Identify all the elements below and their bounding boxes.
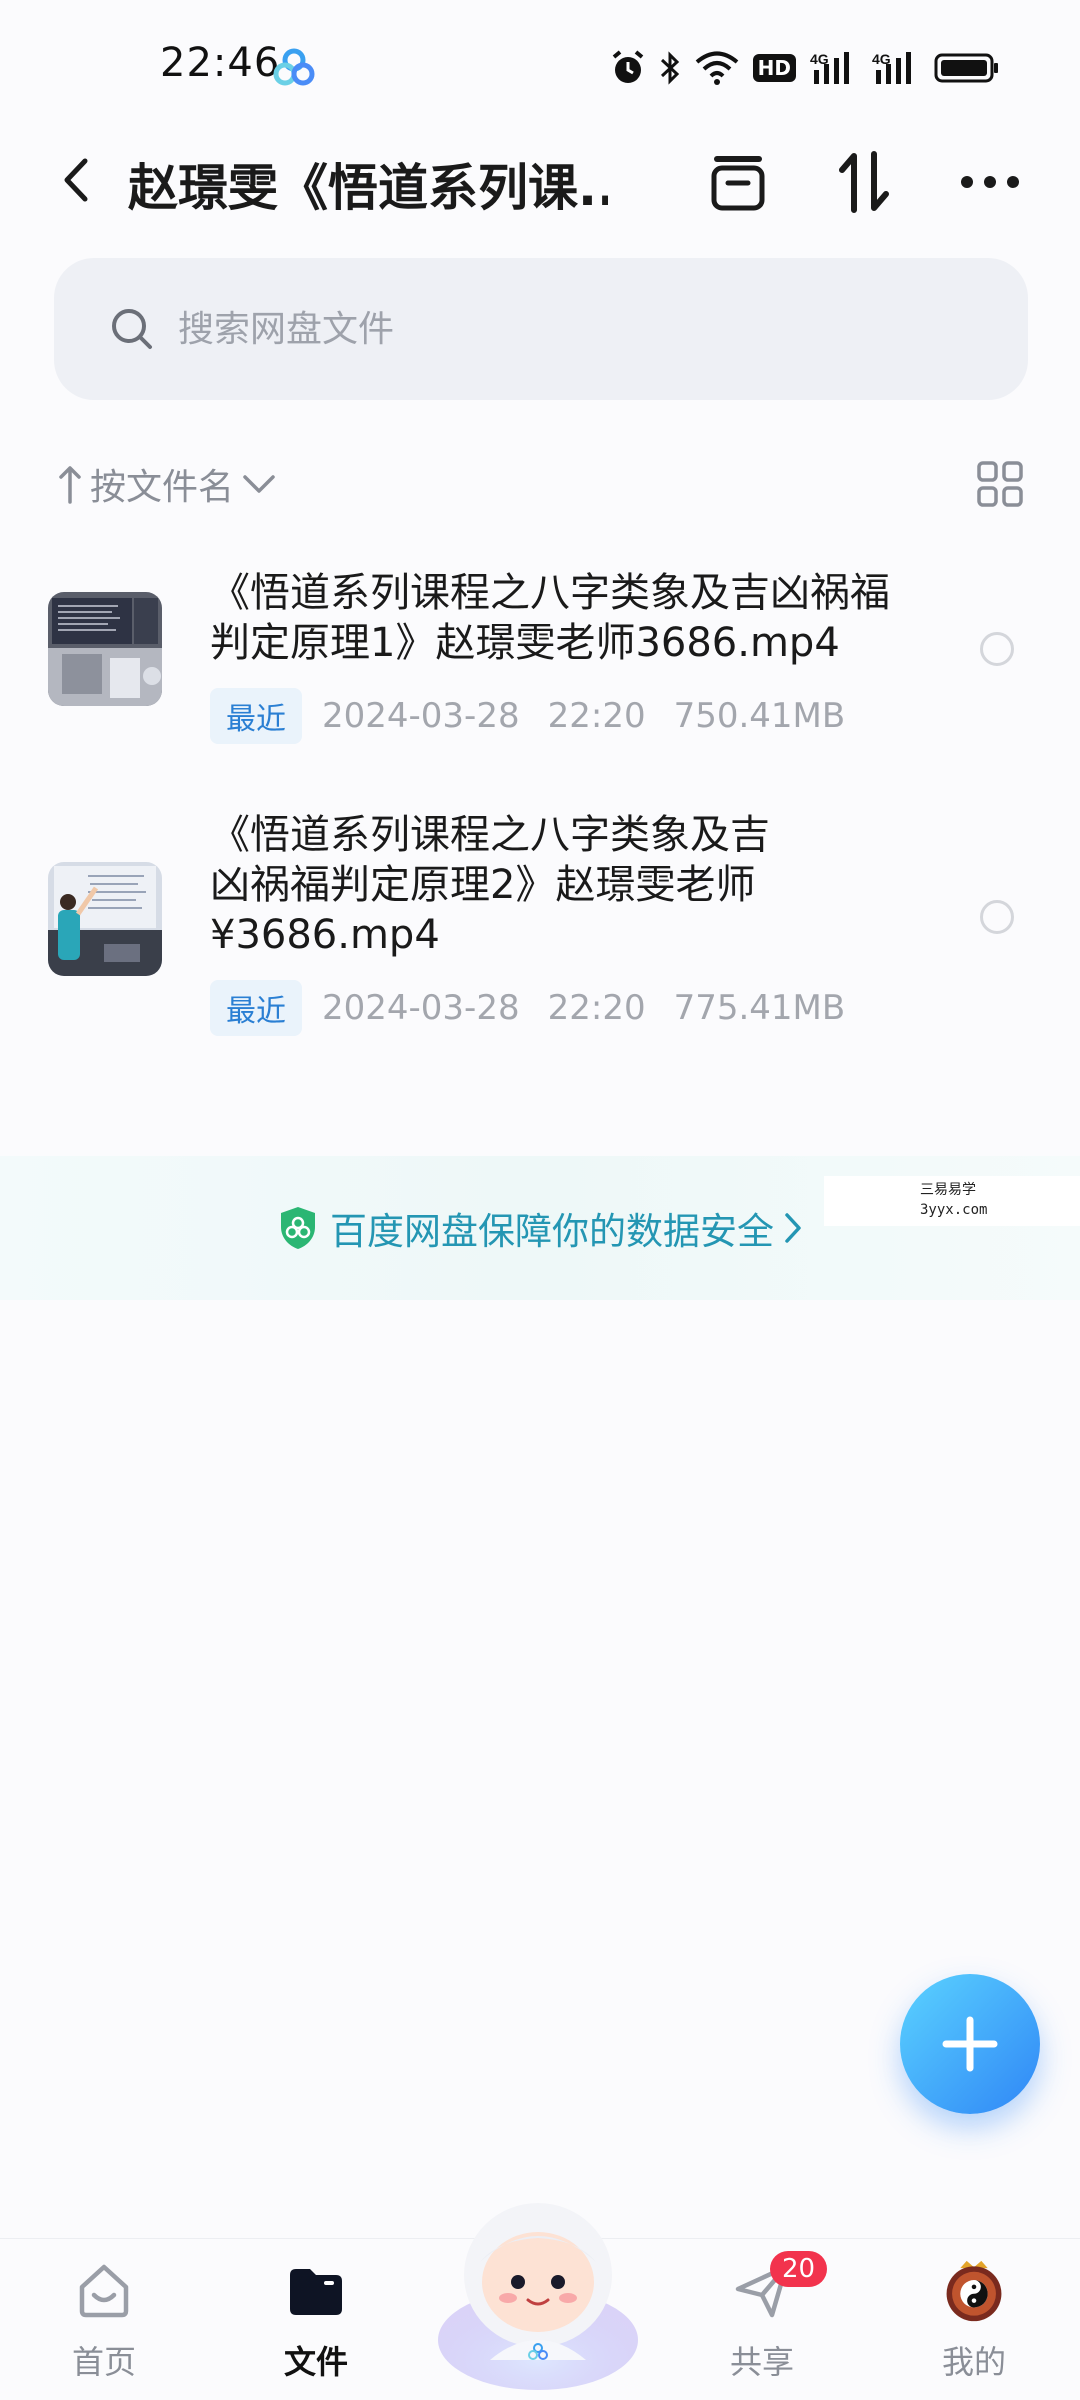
file-size: 750.41MB [673, 696, 846, 736]
file-date: 2024-03-28 [322, 696, 520, 736]
select-radio[interactable] [980, 632, 1014, 666]
security-text: 百度网盘保障你的数据安全 [330, 1210, 774, 1253]
archive-button[interactable] [706, 150, 770, 214]
file-name: 《悟道系列课程之八字类象及吉凶祸福判定原理1》赵璟雯老师3686.mp4 [210, 570, 890, 666]
search-bar[interactable] [54, 258, 1028, 400]
list-item[interactable]: 《悟道系列课程之八字类象及吉凶祸福判定原理2》赵璟雯老师¥3686.mp4 最近… [0, 808, 1080, 1048]
folder-icon [284, 2259, 348, 2323]
nav-label-profile: 我的 [941, 2343, 1006, 2381]
video-thumbnail [48, 862, 162, 976]
grid-view-button[interactable] [972, 456, 1028, 512]
plus-icon [942, 2016, 998, 2072]
wifi-icon [695, 51, 738, 85]
recent-badge: 最近 [210, 980, 302, 1036]
alarm-icon [612, 50, 643, 83]
baidu-netdisk-icon [273, 48, 315, 86]
signal-icon-1: 4G [810, 51, 849, 84]
more-button[interactable] [958, 150, 1022, 214]
home-icon [72, 2259, 136, 2323]
file-time: 22:20 [547, 696, 646, 736]
sort-label: 按文件名 [90, 467, 235, 508]
page-title: 赵璟雯《悟道系列课... [128, 159, 608, 217]
search-input[interactable] [178, 308, 878, 350]
status-time: 22:46 [160, 40, 281, 86]
status-icons: HD 4G 4G [611, 46, 1000, 90]
search-icon [112, 309, 152, 349]
bluetooth-icon [660, 51, 679, 85]
header: 赵璟雯《悟道系列课... [0, 130, 1080, 230]
signal-icon-2: 4G [872, 51, 911, 84]
sort-selector[interactable]: 按文件名 [58, 456, 276, 512]
file-date: 2024-03-28 [322, 988, 520, 1028]
file-name: 《悟道系列课程之八字类象及吉凶祸福判定原理2》赵璟雯老师¥3686.mp4 [210, 812, 770, 958]
nav-item-profile[interactable]: 我的 [894, 2239, 1054, 2400]
chevron-right-icon [785, 1213, 801, 1243]
watermark-line1: 三易易学 [920, 1182, 976, 1198]
sort-arrows-icon [839, 151, 889, 213]
select-radio[interactable] [980, 900, 1014, 934]
video-thumbnail [48, 592, 162, 706]
nav-item-share[interactable]: 20 共享 [682, 2239, 842, 2400]
more-dots-icon [961, 176, 1019, 188]
battery-icon [934, 53, 998, 83]
nav-item-home[interactable]: 首页 [24, 2239, 184, 2400]
file-meta: 最近 2024-03-28 22:20 775.41MB [210, 980, 845, 1036]
watermark-line2: 3yyx.com [920, 1202, 988, 1218]
nav-label-share: 共享 [729, 2343, 794, 2381]
chevron-down-icon [243, 475, 275, 493]
nav-label-files: 文件 [283, 2343, 348, 2381]
sort-toggle-button[interactable] [832, 150, 896, 214]
grid-view-icon [977, 461, 1023, 507]
file-time: 22:20 [547, 988, 646, 1028]
notification-badge: 20 [770, 2251, 828, 2287]
add-button[interactable] [900, 1974, 1040, 2114]
status-bar: 22:46 HD 4G 4G [0, 0, 1080, 130]
shield-icon [281, 1207, 315, 1249]
ai-assistant-button[interactable] [428, 2170, 648, 2390]
send-icon: 20 [730, 2251, 828, 2323]
arrow-up-icon [59, 466, 81, 504]
list-item[interactable]: 《悟道系列课程之八字类象及吉凶祸福判定原理1》赵璟雯老师3686.mp4 最近 … [0, 560, 1080, 760]
avatar [942, 2259, 1006, 2323]
archive-icon [711, 156, 765, 211]
recent-badge: 最近 [210, 688, 302, 744]
watermark: 三易易学 3yyx.com [824, 1176, 1080, 1226]
file-size: 775.41MB [673, 988, 846, 1028]
mascot-icon [438, 2203, 638, 2390]
chevron-left-icon [64, 158, 88, 202]
back-button[interactable] [48, 152, 104, 208]
nav-label-home: 首页 [71, 2343, 136, 2381]
file-meta: 最近 2024-03-28 22:20 750.41MB [210, 688, 845, 744]
nav-item-files[interactable]: 文件 [236, 2239, 396, 2400]
hd-badge: HD [752, 54, 796, 82]
